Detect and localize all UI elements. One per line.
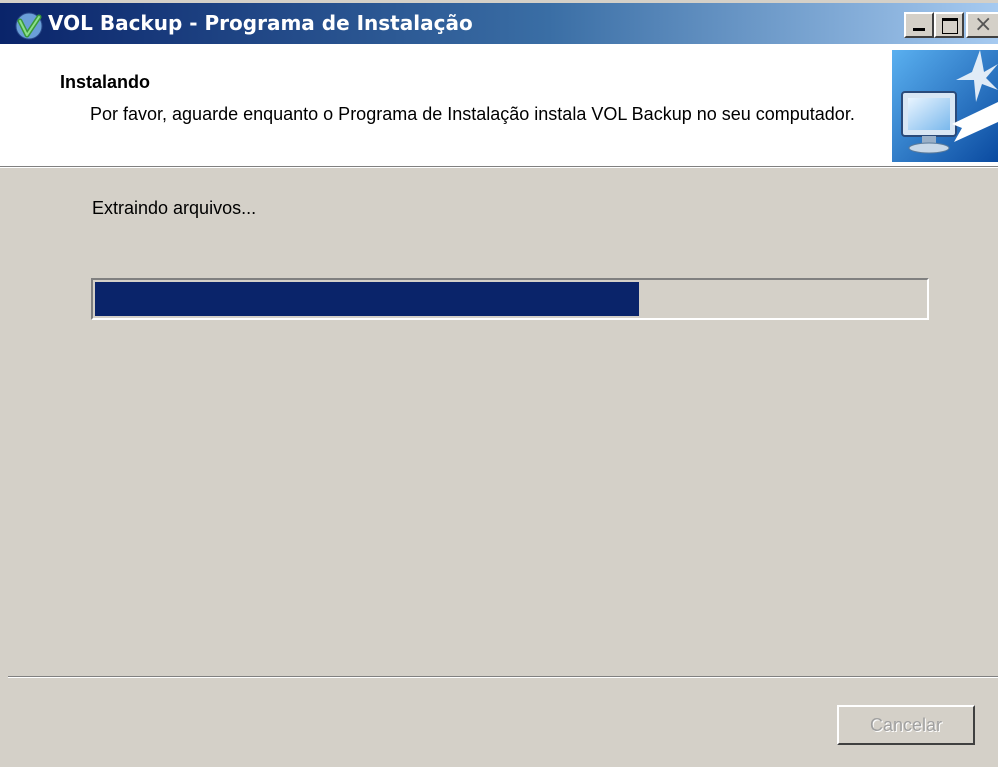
app-logo-icon (15, 12, 43, 40)
close-icon: × (974, 12, 993, 37)
progress-bar-fill (95, 282, 639, 316)
wizard-header: Instalando Por favor, aguarde enquanto o… (0, 44, 998, 168)
close-button[interactable]: × (966, 12, 998, 38)
status-label: Extraindo arquivos... (92, 198, 257, 218)
window-title: VOL Backup - Programa de Instalação (48, 11, 473, 35)
install-computer-icon (892, 50, 998, 162)
minimize-button[interactable] (904, 12, 934, 38)
footer-divider (8, 676, 998, 678)
page-title: Instalando (60, 72, 151, 92)
title-bar[interactable]: VOL Backup - Programa de Instalação × (0, 0, 998, 44)
progress-bar (91, 278, 929, 320)
page-description: Por favor, aguarde enquanto o Programa d… (90, 104, 855, 124)
maximize-button[interactable] (934, 12, 964, 38)
cancel-button[interactable]: Cancelar (837, 705, 975, 745)
